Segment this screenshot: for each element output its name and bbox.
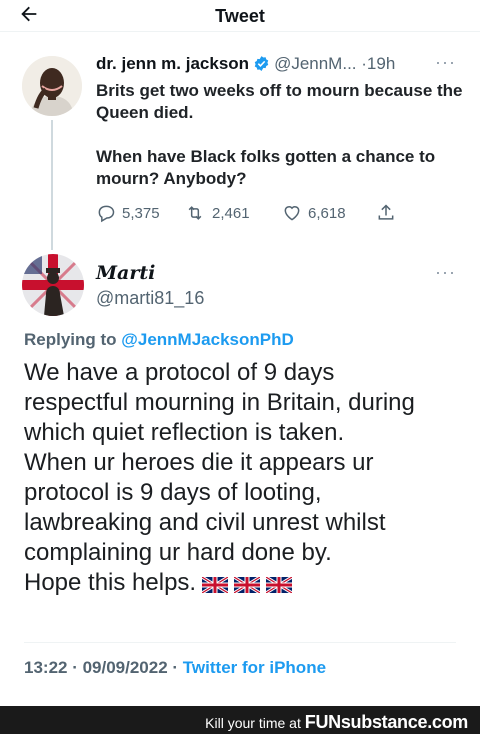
author-name[interactable]: Marti bbox=[96, 262, 155, 284]
replying-to: Replying to @JennMJacksonPhD bbox=[24, 330, 294, 350]
tweet-timestamp[interactable]: 13:22 · 09/09/2022 · bbox=[24, 658, 178, 677]
tweet-line: When ur heroes die it appears ur bbox=[24, 449, 374, 476]
watermark-bar: Kill your time at FUNsubstance.com bbox=[0, 706, 480, 734]
tweet-line: Hope this helps. bbox=[24, 569, 197, 596]
tweet-source[interactable]: Twitter for iPhone bbox=[183, 658, 326, 677]
retweet-button[interactable]: 2,461 bbox=[184, 203, 250, 223]
author-handle[interactable]: @JennM... bbox=[274, 54, 356, 73]
uk-flag-icon bbox=[265, 571, 293, 601]
reply-count: 5,375 bbox=[122, 204, 160, 222]
watermark-text: Kill your time at bbox=[205, 715, 301, 731]
watermark-brand: FUNsubstance.com bbox=[304, 712, 469, 732]
tweet-line: complaining ur hard done by. bbox=[24, 539, 332, 566]
like-count: 6,618 bbox=[308, 204, 346, 222]
uk-flag-icon bbox=[233, 571, 261, 601]
tweet-line: protocol is 9 days of looting, bbox=[24, 479, 322, 506]
tweet-time[interactable]: 19h bbox=[367, 54, 395, 73]
tweet-text: We have a protocol of 9 days respectful … bbox=[24, 358, 464, 601]
reply-button[interactable]: 5,375 bbox=[96, 203, 160, 223]
more-options-icon[interactable]: ··· bbox=[435, 262, 456, 283]
thread-line bbox=[51, 120, 53, 250]
top-bar: Tweet bbox=[0, 0, 480, 32]
tweet-meta: dr. jenn m. jackson @JennM... ·19h bbox=[96, 54, 395, 77]
watermark-brand-b: substance bbox=[340, 712, 428, 732]
reply-icon bbox=[98, 205, 115, 223]
author-name[interactable]: dr. jenn m. jackson bbox=[96, 54, 249, 73]
like-button[interactable]: 6,618 bbox=[282, 203, 346, 223]
tweet-text: Brits get two weeks off to mourn because… bbox=[96, 80, 466, 190]
tweet-screen: Tweet dr. jenn m. jackson @JennM... ·19h … bbox=[0, 0, 480, 706]
watermark: Kill your time at FUNsubstance.com bbox=[205, 712, 468, 733]
replying-to-label: Replying to bbox=[24, 330, 117, 349]
replying-to-link[interactable]: @JennMJacksonPhD bbox=[121, 330, 293, 349]
more-options-icon[interactable]: ··· bbox=[435, 52, 456, 73]
tweet-line: We have a protocol of 9 days bbox=[24, 359, 335, 386]
tweet-paragraph: Brits get two weeks off to mourn because… bbox=[96, 81, 463, 122]
uk-flag-icon bbox=[201, 571, 229, 601]
tweet-line: lawbreaking and civil unrest whilst bbox=[24, 509, 386, 536]
avatar[interactable] bbox=[22, 254, 84, 316]
watermark-brand-c: .com bbox=[427, 712, 468, 732]
tweet-line: respectful mourning in Britain, during bbox=[24, 389, 415, 416]
tweet-line: which quiet reflection is taken. bbox=[24, 419, 345, 446]
avatar[interactable] bbox=[22, 56, 82, 116]
share-button[interactable] bbox=[376, 203, 396, 223]
page-title: Tweet bbox=[215, 6, 265, 26]
author-handle[interactable]: @marti81_16 bbox=[96, 288, 204, 309]
tweet-actions: 5,375 2,461 6,618 bbox=[96, 203, 436, 225]
watermark-brand-a: FUN bbox=[304, 712, 341, 732]
retweet-icon bbox=[188, 206, 202, 220]
divider bbox=[24, 642, 456, 643]
tweet-paragraph: When have Black folks gotten a chance to… bbox=[96, 147, 436, 188]
retweet-count: 2,461 bbox=[212, 204, 250, 222]
share-icon bbox=[378, 204, 394, 220]
heart-icon bbox=[284, 206, 300, 221]
verified-badge-icon bbox=[253, 55, 270, 77]
tweet-footer: 13:22 · 09/09/2022 · Twitter for iPhone bbox=[24, 658, 326, 678]
tweet-line-last: Hope this helps. bbox=[24, 568, 464, 601]
